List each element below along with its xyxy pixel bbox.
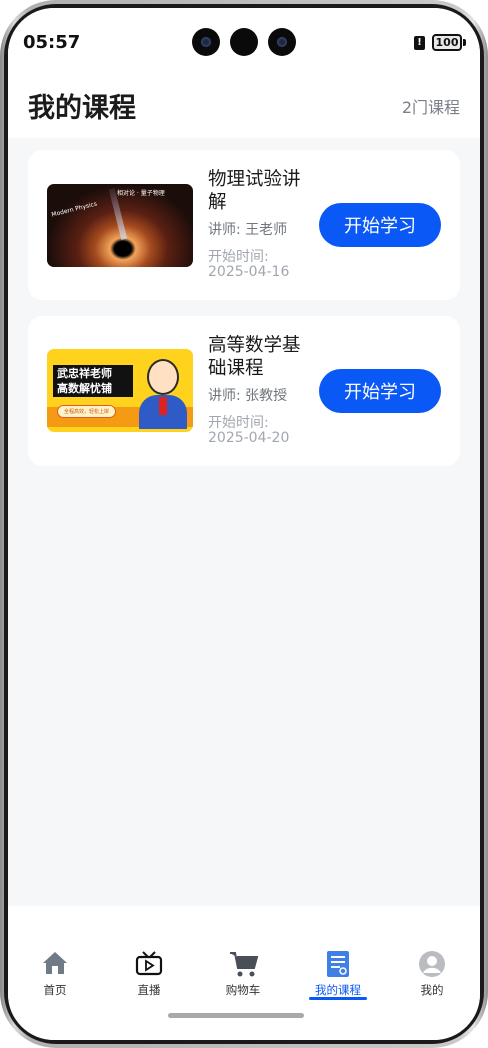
course-card[interactable]: 相对论 · 量子物理 Modern Physics 物理试验讲解 讲师: 王老师… bbox=[28, 150, 460, 300]
start-time-label: 开始时间: bbox=[208, 249, 269, 265]
phone-frame: 05:57 ! 100 我的课程 2门课程 相对论 · 量子物理 Modern … bbox=[0, 0, 488, 1048]
course-teacher: 讲师: 王老师 bbox=[208, 222, 288, 238]
course-title: 高等数学基础课程 bbox=[208, 335, 301, 379]
cart-icon bbox=[230, 952, 259, 977]
status-time: 05:57 bbox=[23, 32, 81, 53]
start-learning-button[interactable]: 开始学习 bbox=[319, 369, 441, 413]
home-icon bbox=[43, 952, 67, 974]
thumbnail-line: 武忠祥老师 bbox=[57, 367, 112, 380]
page-title: 我的课程 bbox=[28, 93, 136, 124]
start-time-label: 开始时间: bbox=[208, 415, 269, 431]
battery-icon: 100 bbox=[432, 34, 462, 51]
tab-my-courses[interactable]: 我的课程 bbox=[300, 944, 376, 1004]
tab-live[interactable]: 直播 bbox=[111, 944, 187, 1004]
tab-profile[interactable]: 我的 bbox=[394, 944, 470, 1004]
tv-icon bbox=[135, 951, 163, 976]
tab-label: 我的 bbox=[420, 983, 444, 997]
home-indicator[interactable] bbox=[168, 1013, 304, 1018]
course-card[interactable]: 武忠祥老师 高数解忧铺 全程高效，轻松上岸 高等数学基础课程 讲师: 张教授 开… bbox=[28, 316, 460, 466]
active-tab-indicator bbox=[309, 997, 367, 1000]
document-icon bbox=[327, 951, 349, 977]
thumbnail-text: 武忠祥老师 高数解忧铺 bbox=[53, 365, 133, 397]
camera-icon bbox=[230, 28, 258, 56]
tab-label: 首页 bbox=[43, 983, 67, 997]
course-count: 2门课程 bbox=[401, 98, 460, 117]
teacher-face bbox=[147, 359, 179, 395]
user-icon bbox=[419, 951, 445, 977]
page-header: 我的课程 2门课程 bbox=[8, 76, 480, 138]
battery-tip bbox=[463, 39, 466, 46]
course-thumbnail[interactable]: 武忠祥老师 高数解忧铺 全程高效，轻松上岸 bbox=[47, 349, 193, 432]
tab-home[interactable]: 首页 bbox=[17, 944, 93, 1004]
start-date: 2025-04-20 bbox=[208, 430, 290, 446]
camera-icon bbox=[268, 28, 296, 56]
status-bar: 05:57 ! 100 bbox=[8, 8, 480, 76]
thumbnail-pill: 全程高效，轻松上岸 bbox=[57, 405, 117, 418]
tab-label: 购物车 bbox=[225, 983, 261, 997]
thumbnail-text: Modern Physics bbox=[50, 200, 98, 219]
alert-icon: ! bbox=[414, 36, 425, 50]
tab-label: 直播 bbox=[137, 983, 161, 997]
start-date: 2025-04-16 bbox=[208, 264, 290, 280]
course-thumbnail[interactable]: 相对论 · 量子物理 Modern Physics bbox=[47, 184, 193, 267]
camera-icon bbox=[192, 28, 220, 56]
tab-cart[interactable]: 购物车 bbox=[205, 944, 281, 1004]
tab-bar: 首页 直播 购物车 我的课程 我的 bbox=[8, 906, 480, 1040]
thumbnail-line: 高数解忧铺 bbox=[57, 382, 112, 395]
start-learning-button[interactable]: 开始学习 bbox=[319, 203, 441, 247]
course-title: 物理试验讲解 bbox=[208, 169, 301, 213]
thumbnail-text: 相对论 · 量子物理 bbox=[117, 190, 165, 197]
screen: 05:57 ! 100 我的课程 2门课程 相对论 · 量子物理 Modern … bbox=[8, 8, 480, 1040]
course-teacher: 讲师: 张教授 bbox=[208, 388, 288, 404]
tab-label: 我的课程 bbox=[315, 983, 361, 997]
teacher-tie bbox=[159, 397, 167, 415]
